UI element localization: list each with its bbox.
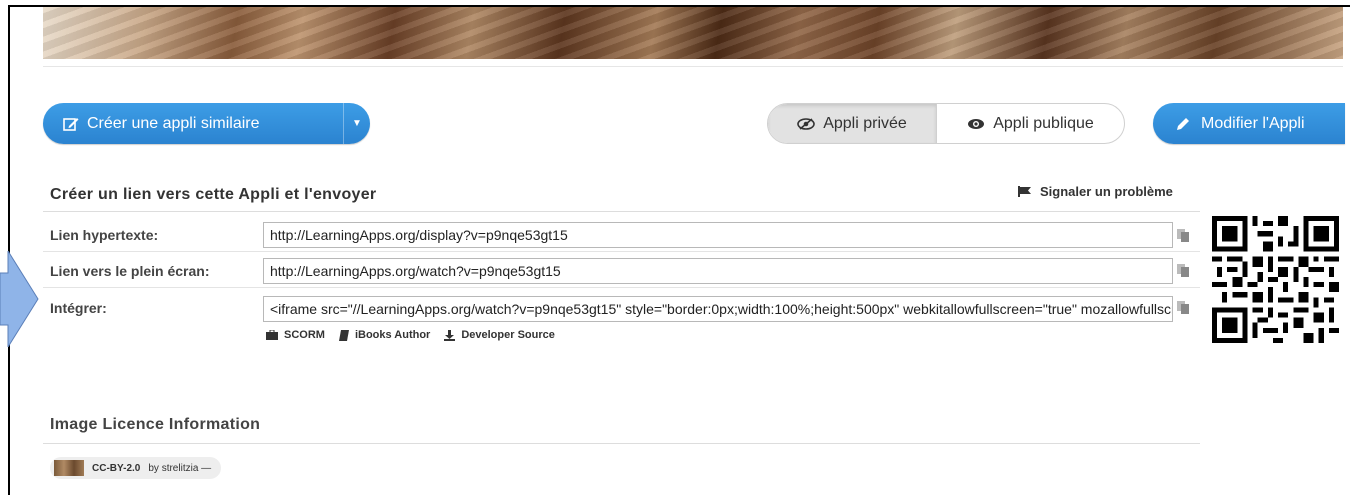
licence-author: by strelitzia — [148,462,212,474]
modify-app-button[interactable]: Modifier l'Appli [1153,103,1345,144]
qr-code-image [1212,216,1339,343]
copy-icon[interactable] [1176,228,1190,242]
pointer-arrow-graphic [0,251,39,347]
eye-slash-icon [797,117,815,130]
flag-icon [1018,186,1031,197]
scorm-label: SCORM [284,329,325,341]
image-thumbnail [54,460,84,476]
eye-icon [968,118,985,129]
report-problem-link[interactable]: Signaler un problème [1018,184,1173,199]
create-similar-app-button[interactable]: Créer une appli similaire ▼ [43,103,370,144]
licence-badge[interactable]: CC-BY-2.0 by strelitzia — [50,457,222,479]
export-options: SCORM iBooks Author Developer Source [266,329,569,341]
image-licence-title: Image Licence Information [50,416,261,433]
developer-source-link[interactable]: Developer Source [444,329,555,341]
frame-border-left [8,5,10,495]
public-app-option[interactable]: Appli publique [936,104,1124,143]
scorm-export-link[interactable]: SCORM [266,329,325,341]
private-app-option[interactable]: Appli privée [768,104,936,143]
edit-square-icon [63,117,79,131]
hyperlink-field[interactable]: http://LearningApps.org/display?v=p9nqe5… [263,222,1173,248]
create-dropdown-toggle[interactable]: ▼ [344,103,370,144]
book-icon [338,329,349,341]
row-divider [43,287,1200,288]
create-similar-main[interactable]: Créer une appli similaire [43,103,343,144]
embed-code-field[interactable]: <iframe src="//LearningApps.org/watch?v=… [263,296,1173,322]
briefcase-icon [266,330,278,340]
copy-icon[interactable] [1176,263,1190,277]
developer-source-label: Developer Source [461,329,555,341]
divider [43,443,1200,444]
fullscreen-link-field[interactable]: http://LearningApps.org/watch?v=p9nqe53g… [263,258,1173,284]
header-banner-image [43,7,1343,59]
report-problem-label: Signaler un problème [1040,184,1173,199]
public-app-label: Appli publique [993,114,1094,132]
licence-type: CC-BY-2.0 [92,462,141,474]
create-similar-label: Créer une appli similaire [87,114,260,132]
ibooks-label: iBooks Author [354,329,431,341]
fullscreen-link-label: Lien vers le plein écran: [50,263,210,279]
visibility-toggle: Appli privée Appli publique [767,103,1125,144]
pencil-icon [1177,117,1189,130]
copy-icon[interactable] [1176,300,1190,314]
ibooks-export-link[interactable]: iBooks Author [338,329,431,341]
modify-app-label: Modifier l'Appli [1201,114,1305,132]
divider [43,66,1343,67]
divider [43,211,1200,212]
caret-down-icon: ▼ [352,118,362,129]
share-section-title: Créer un lien vers cette Appli et l'envo… [50,186,377,203]
private-app-label: Appli privée [823,114,907,132]
embed-label: Intégrer: [50,300,107,316]
hyperlink-label: Lien hypertexte: [50,227,159,243]
row-divider [43,251,1200,252]
download-icon [444,329,456,341]
